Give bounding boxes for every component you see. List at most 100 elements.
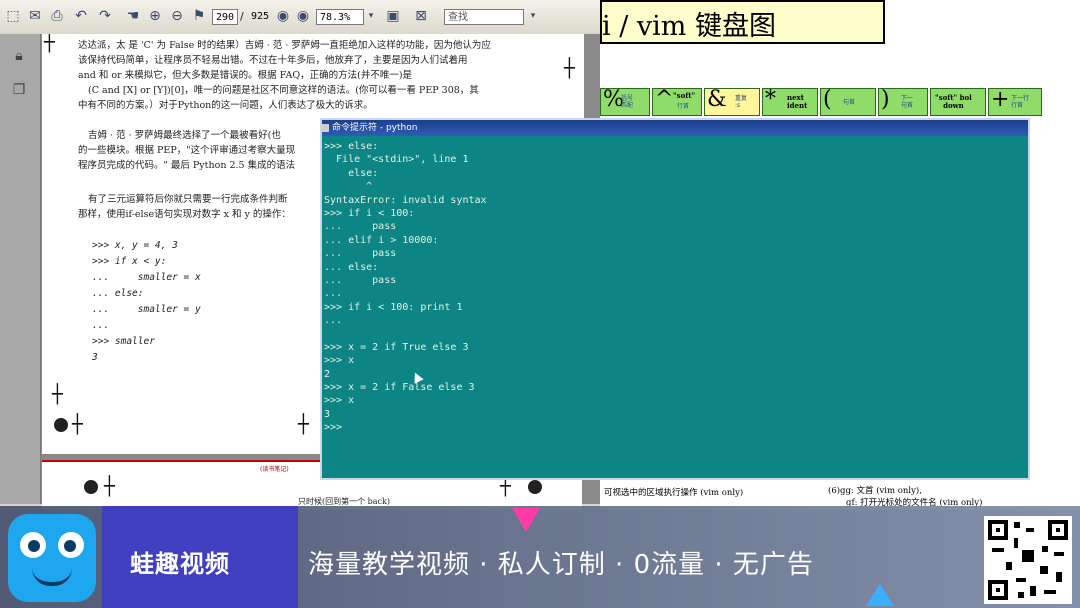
frog-logo-icon <box>8 514 96 602</box>
console-icon <box>322 124 329 132</box>
vim-key-desc: 下一行 行首 <box>1011 95 1030 109</box>
vim-key-symbol: * <box>765 87 776 112</box>
vim-key-desc: 句首 <box>843 99 856 106</box>
vim-key-symbol: ( <box>823 87 832 112</box>
select-tool-icon[interactable]: ⬚ <box>4 7 22 25</box>
vim-key-lparen: ( 句首 <box>820 87 876 116</box>
lock-icon[interactable]: 🔒︎ <box>10 48 28 66</box>
vim-key-asterisk: * next ident <box>762 87 818 116</box>
print-icon[interactable]: ⎙ <box>48 7 66 25</box>
console-line: >>> if i < 100: <box>324 207 415 219</box>
registration-mark <box>84 480 98 494</box>
console-line: >>> x <box>324 355 355 367</box>
fit-page-icon[interactable]: ▣ <box>384 7 402 25</box>
vim-title: i / vim 键盘图 <box>602 11 776 42</box>
vim-key-bold: next ident <box>787 93 808 110</box>
vim-note: (6)gg: 文首 (vim only), <box>828 486 922 496</box>
console-line: >>> <box>324 422 343 434</box>
console-line: else: <box>324 167 379 179</box>
crop-mark: ┼ <box>298 414 309 435</box>
vim-key-symbol: + <box>991 87 1010 112</box>
pdf-line: 该保持代码简单，让程序员不轻易出错。不过在十年多后，他放弃了，主要是因为人们试着… <box>78 55 468 66</box>
vim-key-bold: "soft" bol down <box>935 93 972 110</box>
promo-banner: 蛙趣视频 海量教学视频 · 私人订制 · 0流量 · 无广告 <box>0 506 1080 608</box>
frog-mouth <box>32 568 72 586</box>
slogan: 海量教学视频 · 私人订制 · 0流量 · 无广告 <box>308 550 814 580</box>
vim-key-desc: 下一 句首 <box>901 95 914 109</box>
pdf-toolbar: ⬚ ✉ ⎙ ↶ ↷ ☚ ⊕ ⊖ ⚑ 290 / 925 ◉ ◉ 78.3% ▾ … <box>0 0 600 35</box>
console-line: ^ <box>324 181 373 193</box>
bookmark-icon[interactable]: ⚑ <box>190 7 208 25</box>
search-dropdown-icon[interactable]: ▾ <box>524 7 542 25</box>
next-page-icon[interactable]: ◉ <box>294 7 312 25</box>
pdf-line: 达达派，太 是 'C' 为 False 时的结果）吉姆 · 范 · 罗萨姆一直拒… <box>78 40 491 51</box>
vim-key-plus: + 下一行 行首 <box>988 87 1042 116</box>
zoom-select[interactable]: 78.3% <box>316 9 364 25</box>
console-line: ... pass <box>324 274 397 286</box>
code-line: 3 <box>92 352 98 363</box>
chevron-down-icon[interactable]: ▾ <box>362 7 380 25</box>
cmd-titlebar[interactable]: 命令提示符 - python <box>322 120 1028 136</box>
vim-note: 可视选中的区域执行操作 (vim only) <box>604 488 744 498</box>
pdf-line: (C and [X] or [Y])[0]，唯一的问题是社区不同意这样的语法。(… <box>88 85 479 96</box>
prev-page-icon[interactable]: ◉ <box>274 7 292 25</box>
pdf-line: and 和 or 来模拟它，但大多数是错误的。根据 FAQ，正确的方法(并不唯一… <box>78 70 413 81</box>
hand-tool-icon[interactable]: ☚ <box>124 7 142 25</box>
pdf-line: 程序员完成的代码。" 最后 Python 2.5 集成的语法 <box>78 160 296 171</box>
pdf-line: 有了三元运算符后你就只需要一行完成条件判断 <box>88 194 288 205</box>
pages-icon[interactable]: ❐ <box>10 82 28 100</box>
vim-key-ampersand: & 重复 :s <box>704 87 760 116</box>
back-icon[interactable]: ↶ <box>72 7 90 25</box>
crop-mark: ┼ <box>52 384 63 405</box>
vim-key-desc: 行首 <box>677 103 690 110</box>
crop-mark: ┼ <box>104 476 115 497</box>
registration-mark <box>54 418 68 432</box>
qr-code-icon <box>984 516 1072 604</box>
crop-mark: ┼ <box>72 414 83 435</box>
vim-key-caret: ^ "soft" 行首 <box>652 87 702 116</box>
frog-eye <box>20 532 46 558</box>
code-line: ... else: <box>92 288 144 299</box>
command-prompt-window[interactable]: 命令提示符 - python >>> else: File "<stdin>",… <box>320 118 1030 480</box>
blue-arrow-icon <box>866 584 894 606</box>
console-line: 3 <box>324 408 331 420</box>
save-icon[interactable]: ✉ <box>26 7 44 25</box>
zoom-in-icon[interactable]: ⊕ <box>146 7 164 25</box>
crop-mark: ┼ <box>500 476 511 497</box>
code-line: >>> x, y = 4, 3 <box>92 240 178 251</box>
console-line: SyntaxError: invalid syntax <box>324 194 487 206</box>
pdf-line: 那样，使用if-else语句实现对数字 x 和 y 的操作： <box>78 209 291 220</box>
brand-name: 蛙趣视频 <box>130 550 230 578</box>
crop-mark: ┼ <box>564 58 575 79</box>
search-input[interactable]: 查找 <box>444 9 524 25</box>
console-line: ... <box>324 288 343 300</box>
console-line: ... elif i > 10000: <box>324 234 439 246</box>
console-line: >>> x = 2 if True else 3 <box>324 341 469 353</box>
code-line: >>> smaller <box>92 336 155 347</box>
forward-icon[interactable]: ↷ <box>96 7 114 25</box>
page-number-input[interactable]: 290 <box>212 9 238 25</box>
console-line: ... <box>324 315 343 327</box>
page-footer-text: (读书笔记) <box>260 466 289 473</box>
console-line: ... pass <box>324 221 397 233</box>
code-line: ... smaller = x <box>92 272 201 283</box>
pdf-line: 中有不同的方案。）对于Python的这一问题，人们表达了极大的诉求。 <box>78 100 373 111</box>
pdf-line: 吉姆 · 范 · 罗萨姆最终选择了一个最被看好(也 <box>88 130 281 141</box>
console-line: ... else: <box>324 261 379 273</box>
vim-key-percent: % 括号 匹配 <box>600 87 650 116</box>
fit-width-icon[interactable]: ⊠ <box>412 7 430 25</box>
registration-mark <box>528 480 542 494</box>
vim-key-rparen: ) 下一 句首 <box>878 87 928 116</box>
console-line: >>> x <box>324 395 355 407</box>
zoom-out-icon[interactable]: ⊖ <box>168 7 186 25</box>
vim-key-underscore: "soft" bol down <box>930 88 986 116</box>
cmd-output[interactable]: >>> else: File "<stdin>", line 1 else: ^… <box>324 140 487 435</box>
console-line: ... pass <box>324 248 397 260</box>
vim-key-symbol: & <box>707 87 727 112</box>
code-line: ... smaller = y <box>92 304 201 315</box>
cmd-title: 命令提示符 - python <box>332 123 418 133</box>
pdf-line: 的一些模块。根据 PEP，"这个评审通过考察大量现 <box>78 145 296 156</box>
vim-key-bold: "soft" <box>673 91 696 100</box>
vim-key-symbol: ) <box>881 87 890 112</box>
